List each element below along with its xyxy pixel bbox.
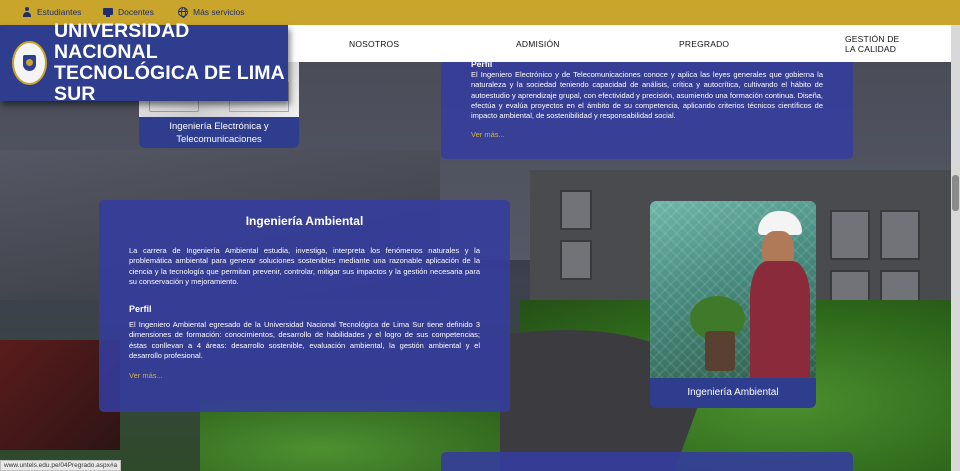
logo-line1: UNIVERSIDAD NACIONAL [54, 20, 190, 63]
ambiental-perfil-text: El Ingeniero Ambiental egresado de la Un… [129, 320, 480, 361]
logo-line2: TECNOLÓGICA DE LIMA SUR [54, 62, 285, 105]
ambiental-card[interactable]: Ingeniería Ambiental [650, 201, 816, 408]
teachers-label: Docentes [118, 7, 154, 17]
electronica-more-link[interactable]: Ver más... [471, 130, 823, 139]
ambiental-description: La carrera de Ingeniería Ambiental estud… [129, 246, 480, 286]
teachers-link[interactable]: Docentes [103, 7, 154, 17]
electronica-perfil-heading: Perfil [471, 59, 493, 67]
scrollbar[interactable] [951, 25, 960, 471]
nav-pregrado[interactable]: PREGRADO [679, 39, 729, 49]
electronica-caption-line2: Telecomunicaciones [176, 133, 262, 145]
scrollbar-thumb[interactable] [952, 175, 959, 211]
globe-icon [178, 7, 188, 18]
students-label: Estudiantes [37, 7, 82, 17]
electronica-caption-line1: Ingeniería Electrónica y [169, 121, 269, 132]
ambiental-info-card: Ingeniería Ambiental La carrera de Ingen… [99, 200, 510, 412]
ambiental-perfil-heading: Perfil [129, 304, 152, 315]
teacher-icon [103, 7, 113, 17]
university-logo[interactable]: UNIVERSIDAD NACIONAL TECNOLÓGICA DE LIMA… [0, 21, 288, 105]
more-services-label: Más servicios [193, 7, 245, 17]
electronica-perfil-text: El Ingeniero Electrónico y de Telecomuni… [471, 70, 823, 121]
status-bar-url: www.untels.edu.pe/04Pregrado.aspx#a [0, 460, 122, 471]
ambiental-title: Ingeniería Ambiental [245, 214, 364, 228]
nav-gestion-line1: GESTIÓN DE [845, 34, 900, 44]
ambiental-caption: Ingeniería Ambiental [687, 387, 779, 398]
nav-admision[interactable]: ADMISIÓN [516, 39, 560, 49]
ambiental-image [650, 201, 816, 378]
students-link[interactable]: Estudiantes [22, 7, 81, 17]
electronica-info-card: Perfil El Ingeniero Electrónico y de Tel… [441, 59, 853, 159]
ambiental-more-link[interactable]: Ver más... [129, 371, 480, 380]
nav-gestion-calidad[interactable]: GESTIÓN DE LA CALIDAD [845, 34, 899, 54]
nav-gestion-line2: LA CALIDAD [845, 44, 897, 54]
more-services-link[interactable]: Más servicios [178, 7, 245, 18]
nav-nosotros[interactable]: NOSOTROS [349, 39, 399, 49]
next-career-card [441, 452, 853, 471]
university-seal-icon [12, 41, 47, 85]
person-icon [22, 7, 32, 17]
